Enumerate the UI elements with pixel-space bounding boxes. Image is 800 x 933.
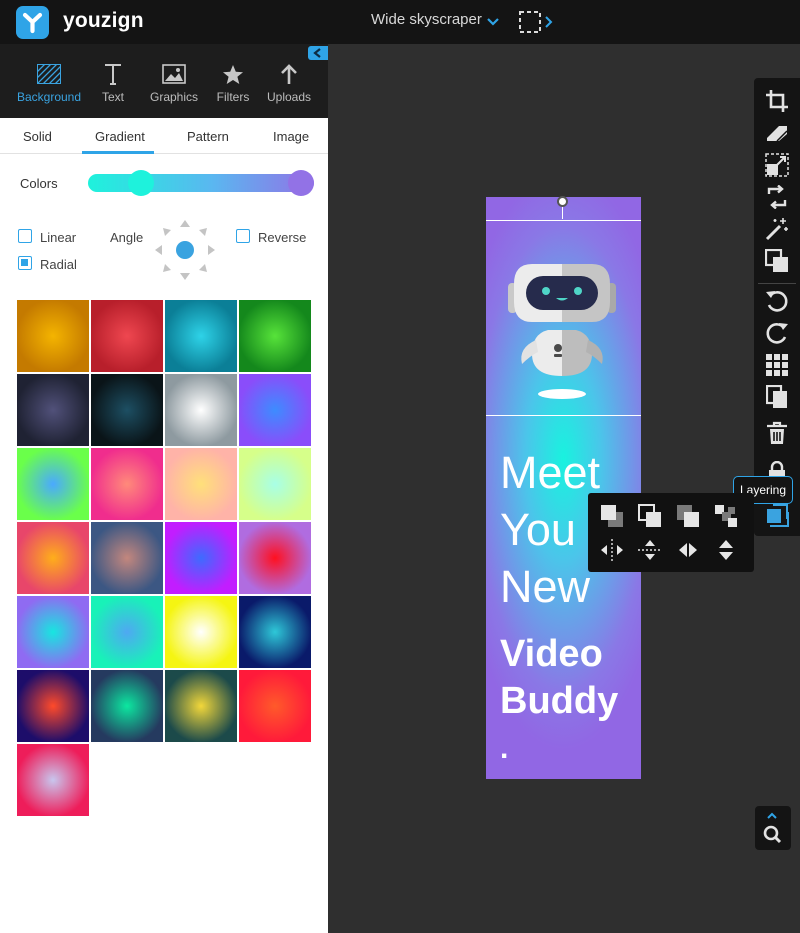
rotate-handle[interactable] xyxy=(557,196,568,207)
angle-center-icon xyxy=(176,241,194,259)
gradient-preset-swatch[interactable] xyxy=(91,670,163,742)
eraser-icon[interactable] xyxy=(764,120,790,146)
trash-icon[interactable] xyxy=(764,420,790,446)
gradient-color-slider[interactable] xyxy=(88,170,314,196)
headline-line-3[interactable]: New xyxy=(500,558,590,615)
gradient-preset-swatch[interactable] xyxy=(239,374,311,446)
linear-checkbox[interactable] xyxy=(18,229,32,243)
gradient-preset-swatch[interactable] xyxy=(239,596,311,668)
end-color-stop[interactable] xyxy=(288,170,314,196)
upload-arrow-icon xyxy=(254,62,324,86)
right-toolbar xyxy=(754,78,800,536)
active-tab-indicator xyxy=(82,151,154,154)
tool-label: Text xyxy=(101,90,124,104)
tab-pattern[interactable]: Pattern xyxy=(187,129,229,144)
gradient-preset-swatch[interactable] xyxy=(239,300,311,372)
gradient-preset-swatch[interactable] xyxy=(239,448,311,520)
align-center-horizontal-icon[interactable] xyxy=(636,537,664,563)
collapse-panel-button[interactable] xyxy=(308,46,328,60)
selection-bottom-edge xyxy=(486,415,641,416)
gradient-preset-swatch[interactable] xyxy=(165,670,237,742)
send-backward-icon[interactable] xyxy=(674,503,702,529)
app: youzign Wide skyscraper Background Text … xyxy=(0,0,800,933)
redo-icon[interactable] xyxy=(764,320,790,346)
tool-text[interactable]: Text xyxy=(78,62,148,104)
youzign-logo-icon[interactable] xyxy=(16,6,49,39)
headline-line-1[interactable]: Meet xyxy=(500,444,600,501)
tool-label: Uploads xyxy=(266,90,312,104)
radial-label: Radial xyxy=(40,257,77,272)
angle-label: Angle xyxy=(110,230,144,245)
gradient-preset-swatch[interactable] xyxy=(91,448,163,520)
gradient-preset-swatch[interactable] xyxy=(17,300,89,372)
gradient-preset-swatch[interactable] xyxy=(239,522,311,594)
gradient-preset-swatch[interactable] xyxy=(165,522,237,594)
flip-vertical-icon[interactable] xyxy=(712,537,740,563)
text-icon xyxy=(78,62,148,86)
colors-label: Colors xyxy=(20,176,58,191)
gradient-preset-swatch[interactable] xyxy=(17,448,89,520)
gradient-preset-swatch[interactable] xyxy=(165,596,237,668)
tool-strip: Background Text Graphics Filters Uploads xyxy=(0,44,328,118)
gradient-preset-swatch[interactable] xyxy=(17,522,89,594)
tool-background[interactable]: Background xyxy=(14,62,84,104)
rotate-handle-stem xyxy=(562,205,563,219)
tool-uploads[interactable]: Uploads xyxy=(254,62,324,104)
crop-icon[interactable] xyxy=(764,88,790,114)
magic-wand-icon[interactable] xyxy=(764,216,790,242)
subline-line-2[interactable]: Buddy xyxy=(500,678,618,725)
gradient-preset-swatch[interactable] xyxy=(165,374,237,446)
gradient-preset-swatch[interactable] xyxy=(165,448,237,520)
background-type-tabs: Solid Gradient Pattern Image xyxy=(0,118,328,154)
angle-picker[interactable] xyxy=(152,216,216,282)
subline-line-1[interactable]: Video xyxy=(500,631,603,678)
radial-checkbox[interactable] xyxy=(18,256,32,270)
brand-name: youzign xyxy=(63,9,144,32)
tab-solid[interactable]: Solid xyxy=(23,129,52,144)
gradient-preset-swatch[interactable] xyxy=(239,670,311,742)
gradient-preset-swatch[interactable] xyxy=(17,670,89,742)
tab-image[interactable]: Image xyxy=(273,129,309,144)
background-icon xyxy=(14,62,84,86)
layering-menu xyxy=(588,493,754,572)
flip-horizontal-icon[interactable] xyxy=(674,537,702,563)
reverse-checkbox[interactable] xyxy=(236,229,250,243)
gradient-preset-swatch[interactable] xyxy=(17,596,89,668)
left-panel: Background Text Graphics Filters Uploads… xyxy=(0,44,328,933)
canvas-size-select[interactable]: Wide skyscraper xyxy=(371,11,482,28)
resize-canvas-icon[interactable] xyxy=(518,10,556,39)
chevron-down-icon[interactable] xyxy=(487,14,499,32)
tab-gradient[interactable]: Gradient xyxy=(95,129,145,144)
resize-icon[interactable] xyxy=(764,152,790,178)
zoom-control[interactable] xyxy=(755,806,791,850)
gradient-preset-swatch[interactable] xyxy=(17,744,89,816)
gradient-preset-swatch[interactable] xyxy=(17,374,89,446)
toolbar-divider xyxy=(758,283,796,284)
align-center-vertical-icon[interactable] xyxy=(598,537,626,563)
reverse-label: Reverse xyxy=(258,230,307,245)
gradient-preset-swatch[interactable] xyxy=(91,300,163,372)
gradient-preset-swatch[interactable] xyxy=(91,596,163,668)
bring-to-front-icon[interactable] xyxy=(598,503,626,529)
duplicate-layer-icon[interactable] xyxy=(764,248,790,274)
subline-dot[interactable]: . xyxy=(500,725,508,772)
bring-forward-icon[interactable] xyxy=(636,503,664,529)
flip-icon[interactable] xyxy=(764,184,790,210)
tool-label: Background xyxy=(16,90,82,104)
gradient-preset-swatch[interactable] xyxy=(91,374,163,446)
send-to-back-icon[interactable] xyxy=(712,503,740,529)
linear-label: Linear xyxy=(40,230,77,245)
expand-up-icon xyxy=(767,812,777,819)
layering-icon[interactable] xyxy=(764,502,790,528)
top-bar: youzign Wide skyscraper xyxy=(0,0,800,44)
undo-icon[interactable] xyxy=(764,288,790,314)
headline-line-2[interactable]: You xyxy=(500,501,576,558)
grid-icon[interactable] xyxy=(764,352,790,378)
copy-icon[interactable] xyxy=(764,384,790,410)
gradient-preset-swatch[interactable] xyxy=(91,522,163,594)
start-color-stop[interactable] xyxy=(128,170,154,196)
gradient-preset-swatch[interactable] xyxy=(165,300,237,372)
selection-top-edge xyxy=(486,220,641,221)
